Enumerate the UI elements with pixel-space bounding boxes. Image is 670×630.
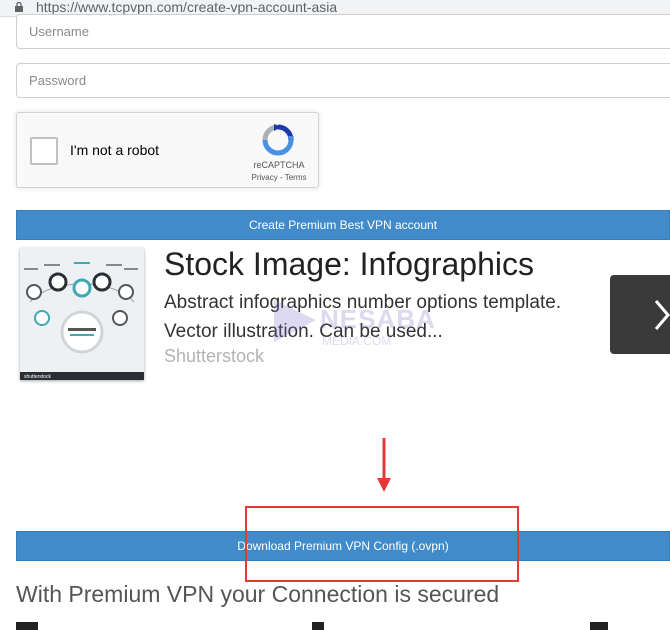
chevron-right-icon: [654, 300, 670, 330]
site-watermark: NESABA MEDIA.COM: [272, 290, 442, 370]
cut-off-content: [0, 620, 670, 630]
recaptcha-checkbox[interactable]: [30, 137, 58, 165]
ad-title[interactable]: Stock Image: Infographics: [164, 246, 534, 283]
page-tagline: With Premium VPN your Connection is secu…: [16, 581, 500, 607]
recaptcha-label: I'm not a robot: [70, 142, 160, 158]
recaptcha-logo-icon: [262, 124, 294, 156]
ad-next-button[interactable]: [610, 275, 670, 354]
create-account-button[interactable]: Create Premium Best VPN account: [16, 210, 670, 240]
ad-thumbnail[interactable]: shutterstock: [20, 248, 144, 380]
recaptcha-privacy-terms[interactable]: Privacy - Terms: [243, 173, 315, 182]
url-text: https://www.tcpvpn.com/create-vpn-accoun…: [36, 0, 338, 14]
recaptcha-widget: I'm not a robot reCAPTCHA Privacy - Term…: [16, 112, 319, 188]
watermark-logo-icon: [274, 300, 316, 342]
watermark-word: NESABA: [320, 304, 436, 334]
annotation-highlight-box: [245, 506, 519, 582]
watermark-sub: MEDIA.COM: [322, 334, 392, 348]
username-input[interactable]: [16, 14, 670, 49]
lock-icon: [15, 2, 23, 12]
thumbnail-caption: shutterstock: [24, 374, 51, 380]
infographic-thumbnail-image: shutterstock: [20, 248, 144, 380]
password-input[interactable]: [16, 63, 670, 98]
ad-source: Shutterstock: [164, 346, 265, 366]
annotation-arrow-icon: [377, 438, 391, 492]
recaptcha-brand: reCAPTCHA: [253, 160, 305, 170]
